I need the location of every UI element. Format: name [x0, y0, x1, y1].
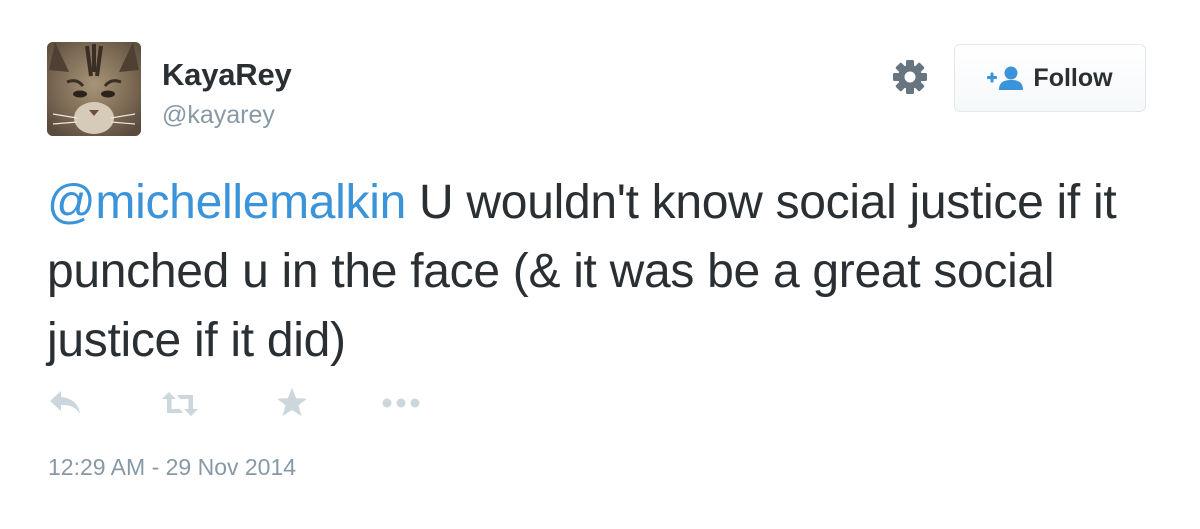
retweet-icon[interactable] — [160, 390, 200, 418]
cat-avatar-image — [47, 42, 141, 136]
mention-link[interactable]: @michellemalkin — [47, 176, 406, 229]
follow-label: Follow — [1033, 63, 1113, 92]
user-handle[interactable]: @kayarey — [162, 101, 275, 130]
star-icon[interactable] — [276, 387, 308, 419]
tweet-timestamp[interactable]: 12:29 AM - 29 Nov 2014 — [48, 454, 296, 481]
more-dots-icon[interactable] — [382, 397, 420, 409]
reply-icon[interactable] — [48, 388, 82, 418]
avatar[interactable] — [47, 42, 141, 136]
user-display-name[interactable]: KayaRey — [162, 57, 292, 93]
tweet-text: @michellemalkin U wouldn't know social j… — [47, 168, 1157, 375]
add-user-icon — [987, 66, 1024, 90]
follow-button[interactable]: Follow — [954, 44, 1146, 112]
tweet-card: KayaRey @kayarey Follow @michellemalkin … — [0, 0, 1200, 529]
gear-icon[interactable] — [891, 58, 929, 96]
